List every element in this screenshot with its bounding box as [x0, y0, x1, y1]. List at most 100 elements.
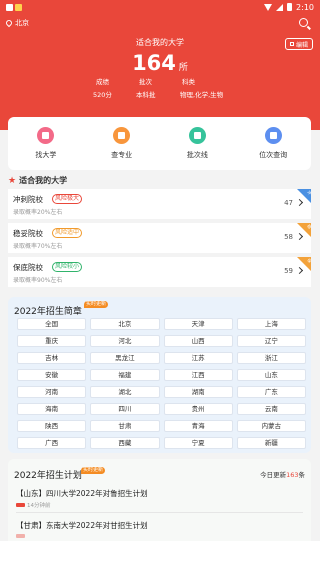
- corner-label: 稳: [306, 223, 313, 230]
- province-button[interactable]: 北京: [90, 318, 160, 330]
- status-indicators: 2:10: [264, 3, 314, 12]
- province-button[interactable]: 宁夏: [163, 437, 233, 449]
- province-button[interactable]: 河北: [90, 335, 160, 347]
- quick-find-major[interactable]: 查专业: [84, 117, 160, 170]
- province-button[interactable]: 广东: [236, 386, 306, 398]
- corner-label: 保: [306, 257, 313, 264]
- graduation-cap-icon: [188, 127, 206, 144]
- quick-actions: 找大学 查专业 批次线 位次查询: [8, 117, 311, 170]
- today-number: 163: [286, 471, 299, 479]
- wifi-icon: [264, 3, 273, 11]
- hot-icon: [16, 534, 25, 538]
- star-icon: ★: [8, 175, 17, 186]
- province-button[interactable]: 甘肃: [90, 420, 160, 432]
- province-button[interactable]: 江苏: [163, 352, 233, 364]
- province-button[interactable]: 四川: [90, 403, 160, 415]
- safe-colleges-card[interactable]: 稳妥院校 风险适中 录取概率70%左右 58 稳: [8, 223, 311, 253]
- card-name: 冲刺院校: [13, 195, 43, 204]
- card-probability: 录取概率70%左右: [13, 243, 63, 250]
- province-button[interactable]: 贵州: [163, 403, 233, 415]
- quick-rank-query[interactable]: 位次查询: [235, 117, 311, 170]
- brochure-title: 2022年招生简章: [14, 307, 82, 317]
- province-button[interactable]: 浙江: [236, 352, 306, 364]
- province-button[interactable]: 湖北: [90, 386, 160, 398]
- signal-icon: [276, 3, 284, 11]
- divider: [16, 512, 303, 513]
- app-logo-icons: [6, 3, 22, 11]
- corner-label: 冲: [306, 189, 313, 196]
- card-probability: 录取概率20%左右: [13, 209, 63, 216]
- province-button[interactable]: 吉林: [17, 352, 87, 364]
- notification-icon: [6, 3, 13, 11]
- batch-value: 本科批: [136, 91, 156, 99]
- province-button[interactable]: 山东: [236, 369, 306, 381]
- quick-label: 找大学: [35, 151, 57, 159]
- notification-icon: [15, 3, 22, 11]
- score-label: 成绩: [96, 78, 109, 86]
- province-grid: 全国 北京 天津 上海 重庆 河北 山西 辽宁 吉林 黑龙江 江苏 浙江 安徽 …: [17, 318, 306, 449]
- province-button[interactable]: 福建: [90, 369, 160, 381]
- risk-tag: 风险适中: [52, 228, 83, 238]
- risk-tag: 风险极大: [52, 194, 83, 204]
- suitable-title: 适合我的大学: [19, 176, 68, 185]
- province-button[interactable]: 山西: [163, 335, 233, 347]
- province-button[interactable]: 江西: [163, 369, 233, 381]
- location-label: 北京: [15, 19, 29, 27]
- province-button[interactable]: 安徽: [17, 369, 87, 381]
- card-name: 保底院校: [13, 263, 43, 272]
- province-button[interactable]: 海南: [17, 403, 87, 415]
- location-selector[interactable]: 北京: [4, 18, 29, 28]
- subject-label: 科类: [182, 78, 195, 86]
- province-button[interactable]: 广西: [17, 437, 87, 449]
- status-bar: 2:10: [0, 0, 320, 14]
- school-icon: [37, 127, 55, 144]
- page-title: 适合我的大学: [136, 38, 184, 47]
- status-time: 2:10: [296, 2, 314, 12]
- header: 北京 编辑 适合我的大学 164 所 成绩 批次 科类 520分 本科批 物理,化…: [0, 14, 320, 130]
- province-button[interactable]: 辽宁: [236, 335, 306, 347]
- today-update-count: 今日更新163条: [260, 469, 305, 479]
- score-value: 520分: [93, 91, 112, 99]
- card-count: 47: [284, 199, 293, 207]
- search-icon[interactable]: [299, 18, 308, 27]
- suitable-section-title: ★ 适合我的大学: [8, 175, 67, 186]
- realtime-badge: 实时更新: [81, 467, 106, 474]
- province-button[interactable]: 云南: [236, 403, 306, 415]
- fallback-colleges-card[interactable]: 保底院校 风险较小 录取概率90%左右 59 保: [8, 257, 311, 287]
- province-button[interactable]: 陕西: [17, 420, 87, 432]
- batch-label: 批次: [139, 78, 152, 86]
- plan-item[interactable]: 【甘肃】东南大学2022年对甘招生计划: [16, 520, 148, 531]
- province-button[interactable]: 内蒙古: [236, 420, 306, 432]
- quick-find-college[interactable]: 找大学: [8, 117, 84, 170]
- quick-batch-line[interactable]: 批次线: [160, 117, 236, 170]
- card-count: 59: [284, 267, 293, 275]
- card-probability: 录取概率90%左右: [13, 277, 63, 284]
- province-button[interactable]: 新疆: [236, 437, 306, 449]
- reach-colleges-card[interactable]: 冲刺院校 风险极大 录取概率20%左右 47 冲: [8, 189, 311, 219]
- province-button[interactable]: 黑龙江: [90, 352, 160, 364]
- subject-value: 物理,化学,生物: [180, 91, 224, 99]
- ranking-icon: [264, 127, 282, 144]
- college-count: 164 所: [0, 51, 320, 75]
- location-pin-icon: [4, 18, 14, 28]
- province-button[interactable]: 重庆: [17, 335, 87, 347]
- plan-item[interactable]: 【山东】四川大学2022年对鲁招生计划: [16, 488, 148, 499]
- plan-title: 2022年招生计划: [14, 471, 82, 481]
- province-button[interactable]: 青海: [163, 420, 233, 432]
- brochure-section: 2022年招生简章 实时更新 全国 北京 天津 上海 重庆 河北 山西 辽宁 吉…: [8, 297, 311, 453]
- today-suffix: 条: [298, 471, 306, 479]
- chevron-right-icon: [295, 266, 304, 275]
- province-button[interactable]: 湖南: [163, 386, 233, 398]
- province-button[interactable]: 上海: [236, 318, 306, 330]
- province-button[interactable]: 天津: [163, 318, 233, 330]
- plan-item-meta: 14分钟前: [16, 501, 51, 509]
- province-button[interactable]: 全国: [17, 318, 87, 330]
- chevron-right-icon: [295, 232, 304, 241]
- province-button[interactable]: 河南: [17, 386, 87, 398]
- realtime-badge: 实时更新: [84, 301, 109, 308]
- hot-icon: [16, 503, 25, 507]
- plan-item-meta: [16, 534, 25, 538]
- college-count-unit: 所: [178, 63, 188, 73]
- card-count: 58: [284, 233, 293, 241]
- province-button[interactable]: 西藏: [90, 437, 160, 449]
